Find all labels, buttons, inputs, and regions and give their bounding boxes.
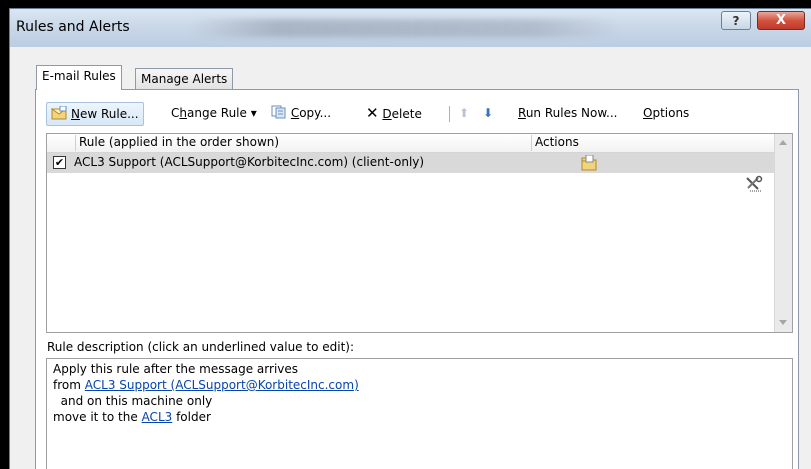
- new-rule-icon: [51, 106, 67, 120]
- options-button[interactable]: Options: [643, 102, 689, 126]
- delete-button[interactable]: ✕ Delete: [366, 102, 422, 126]
- rule-enabled-checkbox[interactable]: ✔: [53, 156, 66, 169]
- rules-and-alerts-dialog: Rules and Alerts ? X E-mail Rules Manage…: [9, 8, 811, 469]
- close-button[interactable]: X: [757, 11, 805, 30]
- new-rule-button[interactable]: New Rule...: [46, 102, 144, 126]
- options-label: ptions: [652, 106, 690, 120]
- description-move-prefix: move it to the: [53, 410, 142, 424]
- email-rules-panel: New Rule... Change Rule ▾ Copy... ✕ Dele…: [35, 89, 799, 469]
- column-header-actions[interactable]: Actions: [535, 135, 579, 149]
- change-rule-label: ange Rule: [187, 106, 247, 120]
- delete-label: elete: [391, 107, 422, 121]
- tab-email-rules[interactable]: E-mail Rules: [36, 65, 122, 90]
- description-line-1: Apply this rule after the message arrive…: [53, 362, 299, 376]
- rules-toolbar: New Rule... Change Rule ▾ Copy... ✕ Dele…: [46, 102, 766, 126]
- delete-accel: D: [382, 107, 392, 121]
- change-rule-accel: h: [179, 106, 187, 120]
- chevron-down-icon: ▾: [250, 106, 257, 120]
- description-move-suffix: folder: [172, 410, 211, 424]
- rules-list[interactable]: Rule (applied in the order shown) Action…: [46, 133, 793, 333]
- description-line-2: from ACL3 Support (ACLSupport@KorbitecIn…: [53, 378, 359, 392]
- rule-description-label: Rule description (click an underlined va…: [47, 340, 355, 354]
- title-bar[interactable]: Rules and Alerts ? X: [10, 9, 811, 47]
- scroll-down-icon[interactable]: [779, 320, 787, 325]
- description-from-prefix: from: [53, 378, 85, 392]
- folder-link[interactable]: ACL3: [142, 410, 173, 424]
- delete-icon: ✕: [366, 104, 379, 122]
- toolbar-separator: [449, 106, 450, 122]
- rule-description-box: Apply this rule after the message arrive…: [46, 358, 793, 469]
- tab-manage-alerts[interactable]: Manage Alerts: [135, 68, 234, 90]
- run-rules-accel: R: [518, 106, 526, 120]
- sender-link[interactable]: ACL3 Support (ACLSupport@KorbitecInc.com…: [85, 378, 359, 392]
- column-header-rule[interactable]: Rule (applied in the order shown): [79, 135, 279, 149]
- column-divider: [531, 135, 532, 151]
- move-down-button[interactable]: ⬇: [483, 102, 493, 126]
- arrow-up-icon: ⬆: [459, 106, 470, 120]
- dialog-content: E-mail Rules Manage Alerts New Rule... C…: [10, 47, 811, 469]
- column-divider: [75, 135, 76, 151]
- description-line-3: and on this machine only: [53, 394, 213, 408]
- run-rules-now-button[interactable]: Run Rules Now...: [518, 102, 618, 126]
- description-line-4: move it to the ACL3 folder: [53, 410, 211, 424]
- copy-icon: [271, 105, 286, 119]
- help-button[interactable]: ?: [721, 11, 751, 30]
- copy-label: opy...: [299, 106, 332, 120]
- move-to-folder-icon: [581, 155, 597, 171]
- new-rule-label: ew Rule...: [79, 107, 139, 121]
- change-rule-button[interactable]: Change Rule ▾: [171, 102, 257, 126]
- window-title: Rules and Alerts: [16, 19, 130, 35]
- run-rules-label: un Rules Now...: [525, 106, 618, 120]
- rule-name: ACL3 Support (ACLSupport@KorbitecInc.com…: [74, 155, 425, 169]
- copy-button[interactable]: Copy...: [271, 102, 331, 126]
- tools-icon: [746, 175, 763, 192]
- new-rule-accel: N: [71, 107, 80, 121]
- copy-accel: C: [290, 106, 300, 120]
- rules-list-scrollbar[interactable]: [774, 134, 792, 332]
- move-up-button[interactable]: ⬆: [459, 102, 469, 126]
- rule-row[interactable]: ✔ ACL3 Support (ACLSupport@KorbitecInc.c…: [47, 153, 774, 173]
- arrow-down-icon: ⬇: [483, 106, 494, 120]
- rules-list-header: Rule (applied in the order shown) Action…: [47, 134, 774, 153]
- scroll-up-icon[interactable]: [779, 140, 787, 145]
